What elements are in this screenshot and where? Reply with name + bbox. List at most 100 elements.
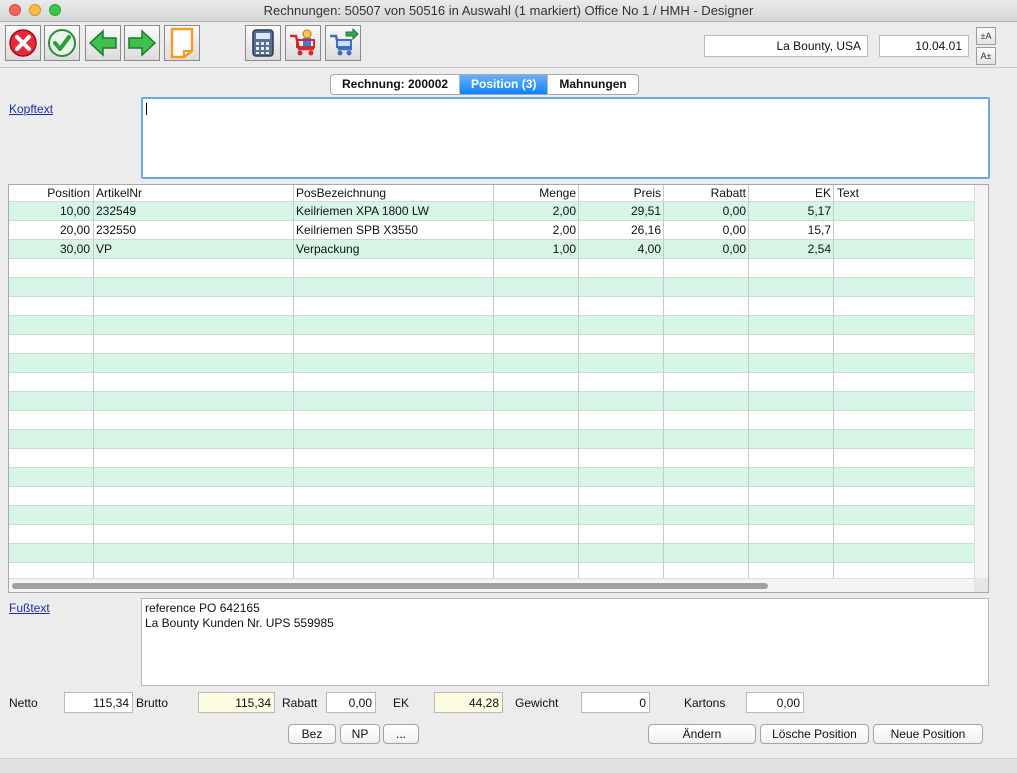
table-body: 10,00 232549 Keilriemen XPA 1800 LW 2,00… bbox=[9, 202, 974, 582]
empty-row[interactable] bbox=[9, 487, 974, 506]
calculator-button[interactable] bbox=[245, 25, 281, 61]
column-header-posbezeichnung[interactable]: PosBezeichnung bbox=[296, 186, 386, 200]
calculator-icon bbox=[252, 29, 274, 57]
cart-forward-button[interactable] bbox=[325, 25, 361, 61]
toolbar: La Bounty, USA 10.04.01 ±A A± bbox=[0, 22, 1017, 68]
aendern-button[interactable]: Ändern bbox=[648, 724, 756, 744]
column-header-artikelnr[interactable]: ArtikelNr bbox=[96, 186, 142, 200]
table-row[interactable]: 30,00 VP Verpackung 1,00 4,00 0,00 2,54 bbox=[9, 240, 974, 259]
delete-position-button[interactable]: Lösche Position bbox=[760, 724, 869, 744]
table-row[interactable]: 10,00 232549 Keilriemen XPA 1800 LW 2,00… bbox=[9, 202, 974, 221]
ek-field: 44,28 bbox=[434, 692, 503, 713]
column-header-position[interactable]: Position bbox=[47, 186, 90, 200]
fusstext-link[interactable]: Fußtext bbox=[9, 601, 50, 615]
empty-row[interactable] bbox=[9, 373, 974, 392]
previous-button[interactable] bbox=[85, 25, 121, 61]
vertical-scrollbar[interactable] bbox=[974, 185, 988, 578]
column-header-preis[interactable]: Preis bbox=[634, 186, 661, 200]
confirm-button[interactable] bbox=[44, 25, 80, 61]
new-document-button[interactable] bbox=[164, 25, 200, 61]
cancel-button[interactable] bbox=[5, 25, 41, 61]
column-header-menge[interactable]: Menge bbox=[539, 186, 576, 200]
tab-mahnungen[interactable]: Mahnungen bbox=[548, 75, 637, 94]
more-button[interactable]: ... bbox=[383, 724, 419, 744]
fusstext-line: La Bounty Kunden Nr. UPS 559985 bbox=[145, 616, 334, 630]
table-row[interactable]: 20,00 232550 Keilriemen SPB X3550 2,00 2… bbox=[9, 221, 974, 240]
kopftext-link[interactable]: Kopftext bbox=[9, 102, 53, 116]
horizontal-scroll-thumb[interactable] bbox=[12, 583, 768, 589]
bez-button[interactable]: Bez bbox=[288, 724, 336, 744]
empty-row[interactable] bbox=[9, 335, 974, 354]
empty-row[interactable] bbox=[9, 259, 974, 278]
cell-preis: 4,00 bbox=[637, 242, 661, 256]
window-title: Rechnungen: 50507 von 50516 in Auswahl (… bbox=[263, 3, 754, 18]
kartons-field[interactable]: 0,00 bbox=[746, 692, 804, 713]
green-check-icon bbox=[48, 29, 76, 57]
cell-position: 10,00 bbox=[59, 204, 90, 218]
empty-row[interactable] bbox=[9, 430, 974, 449]
tab-position[interactable]: Position (3) bbox=[460, 75, 549, 94]
cell-menge: 1,00 bbox=[552, 242, 576, 256]
cell-rabatt: 0,00 bbox=[722, 204, 746, 218]
empty-row[interactable] bbox=[9, 449, 974, 468]
empty-row[interactable] bbox=[9, 411, 974, 430]
np-button[interactable]: NP bbox=[340, 724, 380, 744]
cell-rabatt: 0,00 bbox=[722, 242, 746, 256]
cell-ek: 2,54 bbox=[807, 242, 831, 256]
column-divider bbox=[293, 185, 294, 578]
column-divider bbox=[663, 185, 664, 578]
empty-row[interactable] bbox=[9, 468, 974, 487]
new-position-button[interactable]: Neue Position bbox=[873, 724, 983, 744]
fusstext-line: reference PO 642165 bbox=[145, 601, 260, 615]
tab-rechnung[interactable]: Rechnung: 200002 bbox=[331, 75, 461, 94]
cell-position: 20,00 bbox=[59, 223, 90, 237]
column-divider bbox=[748, 185, 749, 578]
empty-row[interactable] bbox=[9, 354, 974, 373]
font-increase-button[interactable]: ±A bbox=[976, 27, 996, 45]
empty-row[interactable] bbox=[9, 316, 974, 335]
green-arrow-left-icon bbox=[88, 29, 117, 57]
empty-row[interactable] bbox=[9, 278, 974, 297]
empty-row[interactable] bbox=[9, 525, 974, 544]
column-header-rabatt[interactable]: Rabatt bbox=[711, 186, 746, 200]
empty-row[interactable] bbox=[9, 544, 974, 563]
empty-row[interactable] bbox=[9, 506, 974, 525]
cell-preis: 29,51 bbox=[630, 204, 661, 218]
rabatt-field[interactable]: 0,00 bbox=[326, 692, 376, 713]
fusstext-input[interactable]: reference PO 642165 La Bounty Kunden Nr.… bbox=[141, 598, 989, 686]
cell-posbezeichnung: Keilriemen XPA 1800 LW bbox=[296, 204, 429, 218]
cell-artikelnr: VP bbox=[96, 242, 113, 256]
next-button[interactable] bbox=[124, 25, 160, 61]
status-bar bbox=[0, 758, 1017, 773]
cell-posbezeichnung: Keilriemen SPB X3550 bbox=[296, 223, 419, 237]
cell-menge: 2,00 bbox=[552, 204, 576, 218]
cell-artikelnr: 232550 bbox=[96, 223, 137, 237]
text-caret bbox=[146, 103, 147, 115]
column-header-ek[interactable]: EK bbox=[815, 186, 831, 200]
netto-field: 115,34 bbox=[64, 692, 133, 713]
cart-arrow-icon bbox=[330, 28, 359, 56]
cell-rabatt: 0,00 bbox=[722, 223, 746, 237]
column-divider bbox=[833, 185, 834, 578]
table-header: Position ArtikelNr PosBezeichnung Menge … bbox=[9, 185, 974, 202]
cell-ek: 5,17 bbox=[807, 204, 831, 218]
empty-row[interactable] bbox=[9, 392, 974, 411]
horizontal-scrollbar[interactable] bbox=[9, 578, 988, 592]
rabatt-label: Rabatt bbox=[282, 696, 318, 710]
red-x-icon bbox=[9, 29, 37, 57]
kartons-label: Kartons bbox=[684, 696, 726, 710]
green-arrow-right-icon bbox=[128, 29, 157, 57]
blank-page-icon bbox=[170, 27, 194, 59]
ek-label: EK bbox=[393, 696, 410, 710]
cell-artikelnr: 232549 bbox=[96, 204, 137, 218]
kopftext-input[interactable] bbox=[141, 97, 990, 179]
positions-table[interactable]: Position ArtikelNr PosBezeichnung Menge … bbox=[8, 184, 989, 593]
column-header-text[interactable]: Text bbox=[837, 186, 859, 200]
cell-preis: 26,16 bbox=[630, 223, 661, 237]
empty-row[interactable] bbox=[9, 297, 974, 316]
gewicht-field[interactable]: 0 bbox=[581, 692, 650, 713]
cell-position: 30,00 bbox=[59, 242, 90, 256]
cart-button[interactable] bbox=[285, 25, 321, 61]
font-decrease-button[interactable]: A± bbox=[976, 47, 996, 65]
cart-icon bbox=[290, 29, 315, 56]
